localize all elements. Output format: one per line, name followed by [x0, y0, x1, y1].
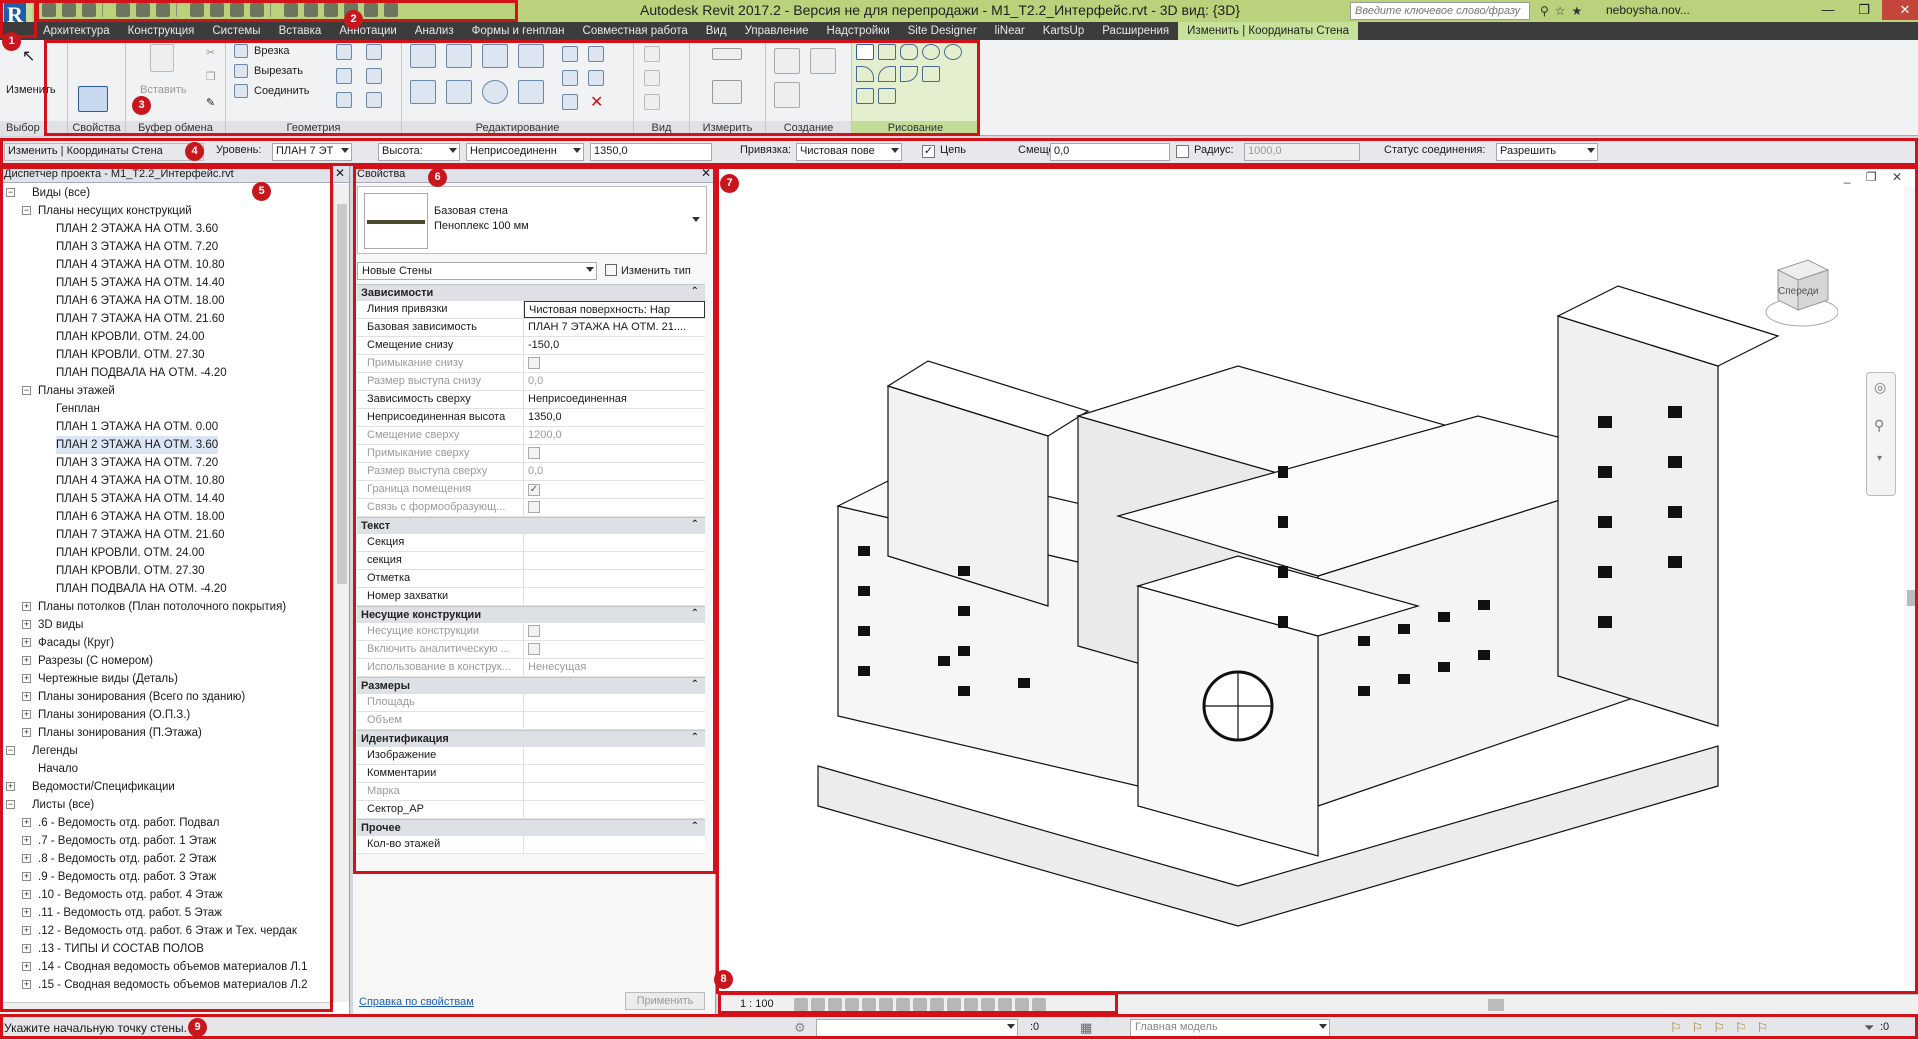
ribbon-tab[interactable]: Изменить | Координаты Стена [1178, 22, 1358, 40]
ribbon-tab[interactable]: Формы и генплан [463, 22, 574, 40]
search-input[interactable]: Введите ключевое слово/фразу [1350, 2, 1530, 20]
callout-badge: 2 [344, 10, 363, 29]
infocenter-icons[interactable]: ⚲☆★ [1540, 4, 1588, 18]
ribbon-tab[interactable]: liNear [986, 22, 1034, 40]
callout-box-project-browser [0, 166, 333, 1012]
ribbon-tab[interactable]: Управление [736, 22, 818, 40]
callout-box-drawing-area [716, 166, 1918, 994]
ribbon-tab[interactable]: Системы [203, 22, 269, 40]
callout-box-view-control-bar [718, 992, 1118, 1014]
callout-box-qat [36, 0, 518, 22]
callout-badge: 6 [428, 168, 447, 187]
ribbon-tab[interactable]: Конструкция [119, 22, 204, 40]
callout-box-ribbon [44, 40, 980, 136]
close-icon[interactable]: ✕ [335, 166, 345, 180]
ribbon-tabs: Архитектура Конструкция Системы Вставка Анно… [0, 22, 1918, 40]
properties-help-link[interactable]: Справка по свойствам [359, 996, 474, 1008]
scrollbar-thumb[interactable] [337, 204, 347, 584]
user-account[interactable]: neboysha.nov... [1606, 3, 1690, 17]
minimize-button[interactable]: — [1810, 0, 1846, 20]
callout-box-status-bar [0, 1014, 1918, 1039]
ribbon-tab[interactable]: Анализ [406, 22, 463, 40]
ribbon-tab[interactable]: Совместная работа [574, 22, 697, 40]
scrollbar[interactable] [333, 184, 349, 1002]
ribbon-tab[interactable]: Аннотации [330, 22, 405, 40]
callout-box-options-bar [0, 138, 1918, 166]
callout-box-properties [353, 166, 716, 874]
window-controls: — ❐ ✕ [1810, 0, 1918, 20]
ribbon-tab[interactable]: KartsUp [1034, 22, 1094, 40]
callout-badge: 1 [2, 32, 21, 51]
callout-box-app-menu [0, 0, 37, 38]
ribbon-tab[interactable]: Расширения [1093, 22, 1178, 40]
ribbon-tab[interactable]: Надстройки [818, 22, 899, 40]
callout-badge: 4 [185, 142, 204, 161]
callout-badge: 9 [188, 1018, 207, 1037]
callout-badge: 5 [252, 182, 271, 201]
close-window-button[interactable]: ✕ [1882, 0, 1918, 20]
ribbon-tab[interactable]: Вид [697, 22, 736, 40]
ribbon-tab[interactable]: Архитектура [34, 22, 119, 40]
ribbon-tab[interactable]: Вставка [270, 22, 331, 40]
scrollbar-thumb[interactable] [1488, 999, 1504, 1011]
callout-badge: 3 [132, 96, 151, 115]
apply-button[interactable]: Применить [625, 992, 705, 1010]
ribbon-tab[interactable]: Site Designer [899, 22, 986, 40]
callout-badge: 8 [714, 970, 733, 989]
window-title: Autodesk Revit 2017.2 - Версия не для пе… [640, 2, 1240, 18]
restore-button[interactable]: ❐ [1846, 0, 1882, 20]
cursor-icon: ↖ [22, 48, 36, 65]
callout-badge: 7 [720, 174, 739, 193]
